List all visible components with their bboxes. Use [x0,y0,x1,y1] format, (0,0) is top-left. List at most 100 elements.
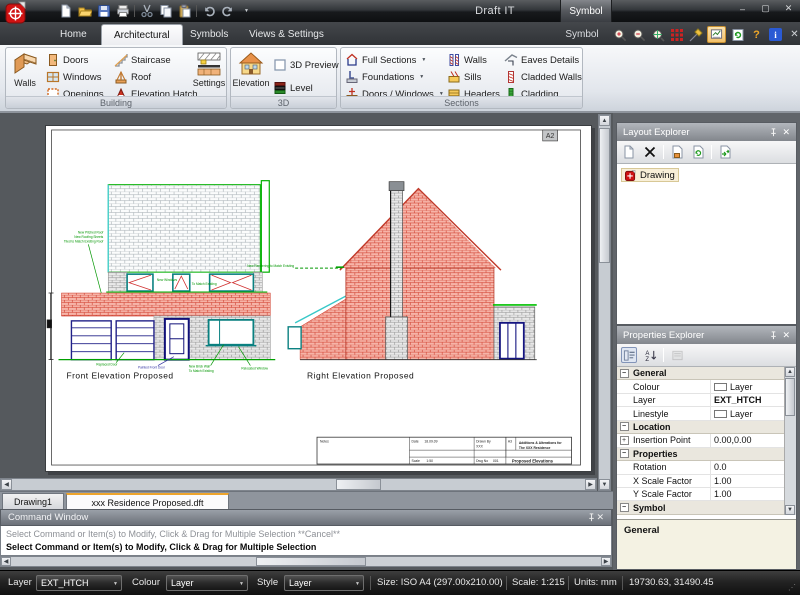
side-window[interactable] [288,327,301,349]
expand-icon[interactable]: + [620,436,629,445]
resize-grip[interactable]: ⋰ [788,583,797,592]
property-row-linestyle[interactable]: Linestyle Layer [617,407,784,420]
garage-door-1[interactable] [71,321,111,360]
garage-door-2[interactable] [116,321,154,360]
property-row-yscale[interactable]: Y Scale Factor 1.00 [617,488,784,501]
print-icon[interactable] [115,4,130,19]
command-window-titlebar[interactable]: Command Window ✕ [0,509,612,526]
style-dropdown[interactable]: Layer▼ [284,575,364,591]
delete-layout-icon[interactable] [642,144,658,160]
property-row-insertion-point[interactable]: + Insertion Point 0.00,0.00 [617,434,784,447]
grid-icon[interactable] [669,27,684,42]
collapse-icon[interactable]: − [620,369,629,378]
scroll-up-button[interactable]: ▲ [599,115,610,126]
scroll-down-button[interactable]: ▼ [785,505,795,515]
full-sections-button[interactable]: Full Sections▼ [345,53,426,67]
redo-icon[interactable] [220,4,235,19]
info-icon[interactable]: i [768,27,783,42]
undo-icon[interactable] [201,4,216,19]
front-roof[interactable] [108,185,260,272]
drawing-canvas[interactable]: A2 New Wind [45,125,592,472]
update-layout-icon[interactable] [690,144,706,160]
roof-button[interactable]: Roof [114,70,151,84]
scroll-down-button[interactable]: ▼ [599,479,610,490]
scroll-left-button[interactable]: ◀ [1,557,11,566]
alphabetical-sort-icon[interactable]: AZ [642,347,658,363]
windows-button[interactable]: Windows [46,70,102,84]
property-row-xscale[interactable]: X Scale Factor 1.00 [617,475,784,488]
front-roof-edge[interactable] [261,181,269,272]
property-row-rotation[interactable]: Rotation 0.0 [617,461,784,474]
sills-button[interactable]: Sills [447,70,481,84]
layout-explorer-close-icon[interactable]: ✕ [782,127,790,138]
front-window[interactable] [206,320,257,346]
collapse-icon[interactable]: − [620,422,629,431]
new-layout-icon[interactable] [621,144,637,160]
section-properties[interactable]: − Properties [617,448,784,461]
scroll-right-button[interactable]: ▶ [585,479,596,490]
collapse-icon[interactable]: − [620,503,629,512]
drawing-sheet-icon[interactable] [707,26,726,43]
pin-icon[interactable] [769,331,778,340]
right-extension[interactable] [493,305,537,360]
close-button[interactable]: ✕ [781,2,796,15]
properties-scroll-thumb[interactable] [785,378,795,416]
gable-wall[interactable] [346,268,494,359]
command-history[interactable]: Select Command or Item(s) to Modify, Cli… [0,526,612,556]
title-block[interactable]: Notes Date 18.09.09 Drawn By XXX A3 Addi… [317,437,572,464]
elevation-button[interactable]: Elevation [234,51,268,97]
horizontal-scroll-thumb[interactable] [336,479,381,490]
property-row-layer[interactable]: Layer EXT_HTCH [617,394,784,407]
canvas-horizontal-scrollbar[interactable]: ◀ ▶ [0,478,597,491]
properties-scrollbar[interactable]: ▲ ▼ [784,367,796,515]
tab-drawing1[interactable]: Drawing1 [2,493,64,510]
properties-explorer-titlebar[interactable]: Properties Explorer ✕ [617,326,796,344]
colour-dropdown[interactable]: Layer▼ [166,575,248,591]
tab-residence-proposed[interactable]: xxx Residence Proposed.dft [66,493,229,510]
tab-home[interactable]: Home [48,24,99,45]
sections-walls-button[interactable]: Walls [447,53,487,67]
new-icon[interactable] [58,4,73,19]
walls-button[interactable]: Walls [8,51,42,97]
canvas-vertical-scrollbar[interactable]: ▲ ▼ [598,114,611,491]
minimize-button[interactable]: – [735,2,750,15]
right-elevation[interactable]: New Rendering to Match Existing Right El… [247,182,536,381]
ribbon-close-icon[interactable]: ✕ [787,27,800,42]
tab-views-settings[interactable]: Views & Settings [237,24,336,45]
foundations-button[interactable]: Foundations▼ [345,70,424,84]
front-brick-band[interactable] [61,293,270,316]
front-elevation[interactable]: New Windows To Match Existing [47,181,275,381]
property-row-colour[interactable]: Colour Layer [617,380,784,393]
properties-explorer-close-icon[interactable]: ✕ [782,330,790,341]
layout-explorer-titlebar[interactable]: Layout Explorer ✕ [617,123,796,141]
eaves-details-button[interactable]: Eaves Details [504,53,579,67]
copy-icon[interactable] [158,4,173,19]
zoom-in-icon[interactable] [612,27,627,42]
tab-architectural[interactable]: Architectural [101,24,183,45]
refresh-icon[interactable] [730,27,745,42]
context-ribbon-tab-symbol[interactable]: Symbol [560,0,612,22]
save-icon[interactable] [96,4,111,19]
qat-overflow-icon[interactable]: ▼ [239,4,254,19]
staircase-button[interactable]: Staircase [114,53,171,67]
pin-icon[interactable] [587,513,596,522]
doors-button[interactable]: Doors [46,53,88,67]
drawing-sheet[interactable]: A2 New Wind [46,126,591,471]
tab-symbols[interactable]: Symbols [178,24,240,45]
copy-layout-icon[interactable] [669,144,685,160]
command-scrollbar[interactable]: ◀ ▶ [0,556,612,567]
gable[interactable] [342,190,496,269]
cut-icon[interactable] [139,4,154,19]
section-location[interactable]: − Location [617,421,784,434]
layer-dropdown[interactable]: EXT_HTCH▼ [36,575,122,591]
zoom-extents-icon[interactable] [650,27,665,42]
help-icon[interactable]: ? [749,27,764,42]
scroll-left-button[interactable]: ◀ [1,479,12,490]
command-scroll-thumb[interactable] [256,557,366,566]
open-icon[interactable] [77,4,92,19]
import-layout-icon[interactable] [717,144,733,160]
app-logo-icon[interactable] [5,1,27,25]
collapse-icon[interactable]: − [620,449,629,458]
section-general[interactable]: − General [617,367,784,380]
pin-icon[interactable] [769,128,778,137]
